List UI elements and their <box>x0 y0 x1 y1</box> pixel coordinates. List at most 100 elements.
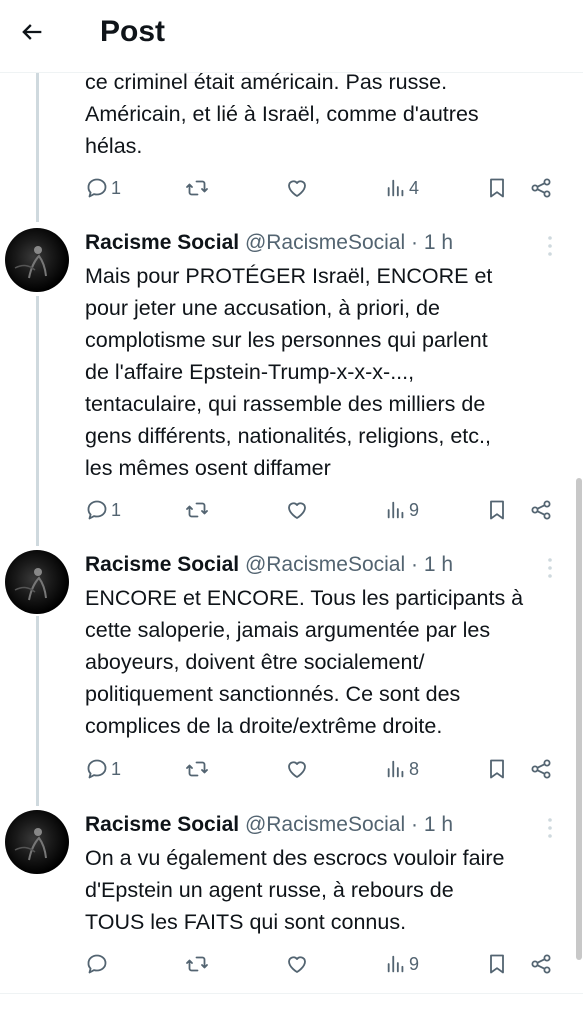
avatar[interactable] <box>5 228 69 292</box>
tweet-header: Racisme Social @RacismeSocial · 1 h <box>85 810 453 840</box>
user-handle[interactable]: @RacismeSocial <box>245 813 405 836</box>
text-line: tentaculaire, qui rassemble des milliers… <box>85 392 486 416</box>
text-line: On a vu également des escrocs vouloir fa… <box>85 846 505 870</box>
repost-button[interactable] <box>185 172 209 204</box>
bookmark-button[interactable] <box>485 753 509 785</box>
view-count: 4 <box>409 177 420 198</box>
text-line: les mêmes osent diffamer <box>85 456 331 480</box>
text-line: complotisme sur les personnes qui parlen… <box>85 328 488 352</box>
views-button[interactable]: 8 <box>385 753 419 785</box>
display-name[interactable]: Racisme Social <box>85 231 239 254</box>
repost-button[interactable] <box>185 494 209 526</box>
bookmark-icon <box>490 500 504 520</box>
tweet-text: ce criminel était américain. Pas russe. … <box>85 66 580 162</box>
display-name[interactable]: Racisme Social <box>85 553 239 576</box>
bookmark-button[interactable] <box>485 494 509 526</box>
tweet-actions: 9 <box>85 948 565 980</box>
text-line: complices de la droite/extrême droite. <box>85 714 443 738</box>
text-line: Américain, et lié à Israël, comme d'autr… <box>85 102 479 126</box>
tweet-text: ENCORE et ENCORE. Tous les participants … <box>85 582 580 742</box>
text-line: pour jeter une accusation, à priori, de <box>85 296 440 320</box>
reply-button[interactable]: 1 <box>85 494 121 526</box>
more-button[interactable] <box>540 556 560 580</box>
tweet-actions: 1 4 <box>85 172 565 204</box>
separator-dot: · <box>410 231 418 254</box>
view-count: 9 <box>409 499 420 520</box>
more-vertical-icon <box>548 558 552 578</box>
views-button[interactable]: 4 <box>385 172 419 204</box>
back-button[interactable] <box>12 12 52 52</box>
tweet-header: Racisme Social @RacismeSocial · 1 h <box>85 550 453 580</box>
like-button[interactable] <box>285 948 309 980</box>
share-button[interactable] <box>529 172 553 204</box>
repost-button[interactable] <box>185 753 209 785</box>
views-icon <box>387 955 404 973</box>
text-line: cette saloperie, jamais argumentée par l… <box>85 618 491 642</box>
text-line: ENCORE et ENCORE. Tous les participants … <box>85 586 524 610</box>
heart-icon <box>288 761 306 778</box>
views-icon <box>387 179 404 197</box>
like-button[interactable] <box>285 172 309 204</box>
view-count: 9 <box>409 953 420 974</box>
like-button[interactable] <box>285 494 309 526</box>
text-line: d'Epstein un agent russe, à rebours de <box>85 878 454 902</box>
share-icon <box>531 954 551 974</box>
tweet-text: On a vu également des escrocs vouloir fa… <box>85 842 580 938</box>
heart-icon <box>288 502 306 519</box>
text-line: hélas. <box>85 134 143 158</box>
more-button[interactable] <box>540 234 560 258</box>
views-icon <box>387 501 404 519</box>
views-button[interactable]: 9 <box>385 948 419 980</box>
reply-button[interactable] <box>85 948 111 980</box>
share-button[interactable] <box>529 948 553 980</box>
tweet-header: Racisme Social @RacismeSocial · 1 h <box>85 228 453 258</box>
repost-icon <box>186 502 208 518</box>
separator-dot: · <box>410 553 418 576</box>
bookmark-button[interactable] <box>485 172 509 204</box>
view-count: 8 <box>409 758 420 779</box>
share-icon <box>531 759 551 779</box>
reply-icon <box>87 759 107 779</box>
reply-icon <box>87 500 107 520</box>
reply-count: 1 <box>111 758 122 779</box>
repost-button[interactable] <box>185 948 209 980</box>
more-vertical-icon <box>548 818 552 838</box>
reply-icon <box>87 954 107 974</box>
top-bar: Post <box>0 0 583 73</box>
more-button[interactable] <box>540 816 560 840</box>
timestamp[interactable]: 1 h <box>424 813 453 836</box>
text-line: Mais pour PROTÉGER Israël, ENCORE et <box>85 264 493 288</box>
scrollbar[interactable] <box>576 478 582 960</box>
user-handle[interactable]: @RacismeSocial <box>245 553 405 576</box>
timestamp[interactable]: 1 h <box>424 553 453 576</box>
page-title: Post <box>100 15 166 48</box>
heart-icon <box>288 180 306 197</box>
bookmark-icon <box>490 178 504 198</box>
display-name[interactable]: Racisme Social <box>85 813 239 836</box>
timestamp[interactable]: 1 h <box>424 231 453 254</box>
repost-icon <box>186 956 208 972</box>
tweet[interactable]: Racisme Social @RacismeSocial · 1 h Mais… <box>0 228 583 538</box>
bookmark-icon <box>490 954 504 974</box>
tweet-top[interactable]: ce criminel était américain. Pas russe. … <box>0 70 583 212</box>
like-button[interactable] <box>285 753 309 785</box>
reply-count: 1 <box>111 499 122 520</box>
heart-icon <box>288 956 306 973</box>
repost-icon <box>186 180 208 196</box>
bookmark-button[interactable] <box>485 948 509 980</box>
separator-dot: · <box>410 813 418 836</box>
share-button[interactable] <box>529 494 553 526</box>
reply-button[interactable]: 1 <box>85 172 121 204</box>
avatar[interactable] <box>5 810 69 874</box>
share-button[interactable] <box>529 753 553 785</box>
text-line: de l'affaire Epstein-Trump-x-x-x-..., <box>85 360 415 384</box>
more-vertical-icon <box>548 236 552 256</box>
tweet[interactable]: Racisme Social @RacismeSocial · 1 h ENCO… <box>0 550 583 800</box>
avatar[interactable] <box>5 550 69 614</box>
user-handle[interactable]: @RacismeSocial <box>245 231 405 254</box>
tweet[interactable]: Racisme Social @RacismeSocial · 1 h On a… <box>0 810 583 990</box>
views-icon <box>387 760 404 778</box>
views-button[interactable]: 9 <box>385 494 419 526</box>
text-line: politiquement sanctionnés. Ce sont des <box>85 682 461 706</box>
reply-button[interactable]: 1 <box>85 753 121 785</box>
